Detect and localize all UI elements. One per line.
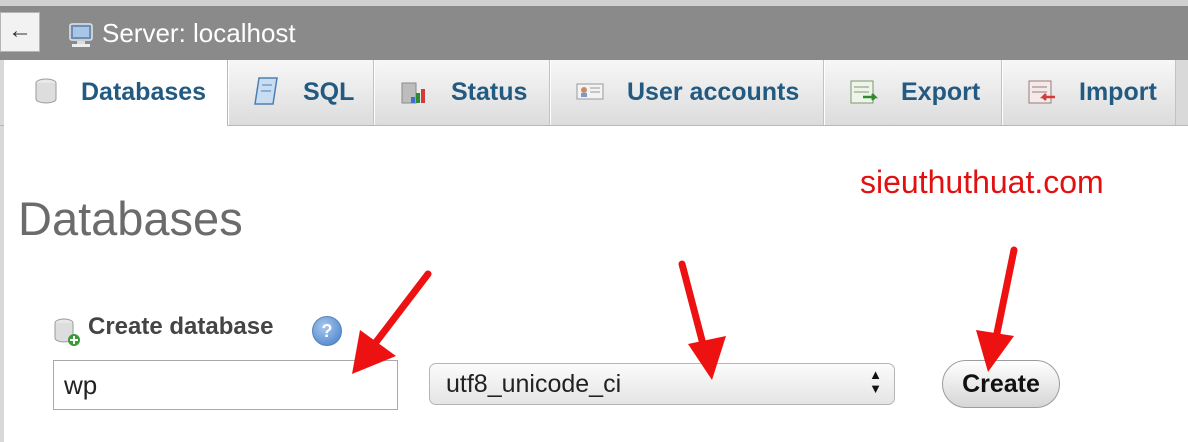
help-icon[interactable]: ? [312, 316, 342, 346]
create-button[interactable]: Create [942, 360, 1060, 408]
server-title: Server: localhost [102, 18, 296, 48]
create-database-label: Create database [88, 313, 274, 340]
tab-databases[interactable]: Databases [4, 60, 228, 126]
collation-select[interactable]: utf8_unicode_ci ▲ ▼ [429, 363, 895, 405]
tab-label: Export [901, 78, 981, 106]
page-title: Databases [18, 192, 243, 245]
export-icon [850, 80, 879, 104]
tab-label: Databases [81, 78, 207, 106]
status-icon [401, 82, 425, 104]
tab-sql[interactable]: SQL [228, 60, 374, 125]
user-accounts-icon [576, 83, 604, 100]
server-icon [69, 23, 93, 47]
tab-label: Status [451, 78, 528, 106]
watermark-text: sieuthuthuat.com [860, 164, 1104, 200]
tab-label: Import [1079, 78, 1157, 106]
left-divider [0, 126, 4, 442]
red-arrow-icon [976, 246, 1018, 372]
top-bar: ← Server: localhost [0, 0, 1188, 60]
red-arrow-icon [352, 270, 432, 374]
tab-status[interactable]: Status [374, 60, 550, 125]
database-name-input[interactable] [53, 360, 398, 410]
sql-icon [254, 77, 278, 105]
tab-label: User accounts [627, 78, 800, 106]
import-icon [1028, 80, 1055, 104]
tab-export[interactable]: Export [824, 60, 1002, 125]
updown-chevron-icon: ▲ ▼ [869, 367, 882, 396]
tab-bar: Databases SQL Status User accounts Expor… [0, 60, 1188, 126]
tab-import[interactable]: Import [1002, 60, 1176, 125]
tab-label: SQL [303, 78, 355, 106]
database-icon [35, 78, 57, 104]
tab-user-accounts[interactable]: User accounts [550, 60, 824, 125]
collation-value: utf8_unicode_ci [446, 370, 622, 398]
back-arrow-button[interactable]: ← [0, 12, 40, 52]
create-database-icon [54, 318, 80, 346]
